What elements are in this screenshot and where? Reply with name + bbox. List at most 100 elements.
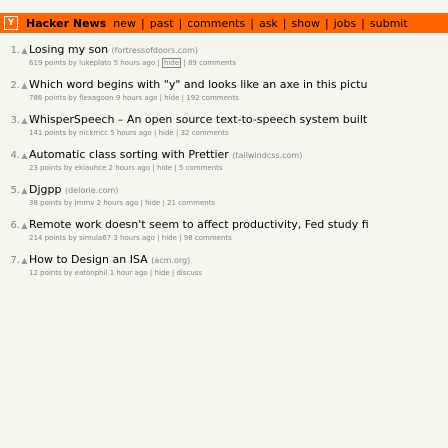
story-site-link[interactable]: (fortressofdoors.com)	[112, 46, 198, 55]
nav-jobs[interactable]: jobs	[334, 17, 357, 30]
story-title-line: Djgpp (delorie.com)	[29, 183, 448, 198]
story-age-link[interactable]: 9 hours ago	[116, 94, 158, 102]
story-title-line: WhisperSpeech – An open source text-to-s…	[29, 113, 448, 128]
comments-link[interactable]: 21 comments	[167, 199, 215, 207]
story-site-link[interactable]: (tailwindcss.com)	[232, 151, 302, 160]
hide-link[interactable]: hide	[159, 129, 174, 137]
story-age-link[interactable]: 2 hours ago	[97, 199, 139, 207]
upvote-arrow-icon[interactable]: ▲	[20, 113, 29, 148]
story-age-link[interactable]: 1 hour ago	[110, 269, 148, 277]
site-name-link[interactable]: Hacker News	[26, 17, 106, 30]
story-subtext: 141 points by nickmcc 5 hours ago | hide…	[29, 128, 448, 139]
story-points-user[interactable]: 214 points by simula67	[29, 234, 111, 242]
story-subtext: 214 points by simula67 3 hours ago | hid…	[29, 233, 448, 244]
upvote-arrow-icon[interactable]: ▲	[20, 183, 29, 218]
story-row: 5. ▲ Djgpp (delorie.com) 38 points by jm…	[0, 183, 448, 218]
y-logo-icon[interactable]: Y	[4, 16, 18, 30]
comments-link[interactable]: discuss	[176, 269, 202, 277]
hide-link[interactable]: hide	[162, 58, 182, 68]
meta-separator: |	[154, 129, 157, 137]
meta-separator: |	[140, 199, 143, 207]
upvote-arrow-icon[interactable]: ▲	[20, 148, 29, 183]
nav-separator: |	[324, 16, 329, 30]
story-title-link[interactable]: How to Design an ISA	[29, 253, 148, 266]
meta-separator: |	[174, 164, 177, 172]
story-rank: 3.	[10, 115, 20, 126]
meta-separator: |	[157, 59, 160, 67]
story-age-link[interactable]: 3 hours ago	[113, 234, 155, 242]
meta-separator: |	[179, 234, 182, 242]
story-rank: 1.	[10, 45, 20, 56]
story-age-link[interactable]: 5 hours ago	[110, 129, 152, 137]
story-site-link[interactable]: (delorie.com)	[65, 186, 118, 195]
story-title-link[interactable]: Which word begins with "y" and looks lik…	[29, 78, 367, 91]
nav-ask[interactable]: ask	[259, 17, 278, 30]
story-points-user[interactable]: 619 points by lukeplato	[29, 59, 111, 67]
story-title-line: How to Design an ISA (acm.org)	[29, 253, 448, 268]
meta-separator: |	[181, 94, 184, 102]
story-row: 4. ▲ Automatic class sorting with Pretti…	[0, 148, 448, 183]
hide-link[interactable]: hide	[157, 164, 172, 172]
story-points-user[interactable]: 38 points by jmmv	[29, 199, 94, 207]
comments-link[interactable]: 5 comments	[179, 164, 223, 172]
story-body: Losing my son (fortressofdoors.com) 619 …	[29, 43, 448, 78]
story-title-link[interactable]: Losing my son	[29, 43, 108, 56]
story-rank: 5.	[10, 185, 20, 196]
story-points-user[interactable]: 786 points by flexagoon	[29, 94, 114, 102]
meta-separator: |	[175, 129, 179, 137]
story-subtext: 12 points by eatonphil 1 hour ago | hide…	[29, 268, 448, 279]
story-list: 1. ▲ Losing my son (fortressofdoors.com)…	[0, 43, 448, 288]
story-title-link[interactable]: Remote work doesn't seem to affect produ…	[29, 218, 369, 231]
nav-separator: |	[141, 16, 145, 30]
comments-link[interactable]: 98 comments	[184, 234, 232, 242]
nav-comments[interactable]: comments	[187, 17, 245, 30]
nav-new[interactable]: new	[113, 17, 136, 30]
story-body: Remote work doesn't seem to affect produ…	[29, 218, 448, 253]
top-nav-bar: Y Hacker News new | past | comments | as…	[0, 13, 448, 33]
meta-separator: |	[183, 59, 186, 67]
story-body: Which word begins with "y" and looks lik…	[29, 78, 448, 113]
story-subtext: 619 points by lukeplato 5 hours ago | hi…	[29, 58, 448, 69]
story-title-link[interactable]: Djgpp	[29, 183, 61, 196]
hide-link[interactable]: hide	[162, 234, 177, 242]
nav-past[interactable]: past	[150, 17, 174, 30]
story-age-link[interactable]: 5 hours ago	[114, 59, 156, 67]
comments-link[interactable]: 192 comments	[186, 94, 239, 102]
story-body: Djgpp (delorie.com) 38 points by jmmv 2 …	[29, 183, 448, 218]
hide-link[interactable]: hide	[164, 94, 179, 102]
nav-separator: |	[282, 16, 287, 30]
story-points-user[interactable]: 141 points by nickmcc	[29, 129, 108, 137]
story-row: 2. ▲ Which word begins with "y" and look…	[0, 78, 448, 113]
meta-separator: |	[171, 269, 175, 277]
story-site-link[interactable]: (acm.org)	[151, 256, 190, 265]
story-points-user[interactable]: 12 points by eatonphil	[29, 269, 108, 277]
story-age-link[interactable]: 2 hours ago	[109, 164, 151, 172]
meta-separator: |	[149, 269, 153, 277]
nav-separator: |	[361, 16, 365, 30]
story-title-link[interactable]: WhisperSpeech – An open source text-to-s…	[29, 113, 367, 126]
story-row: 6. ▲ Remote work doesn't seem to affect …	[0, 218, 448, 253]
story-subtext: 23 points by ekiauhce 2 hours ago | hide…	[29, 163, 448, 174]
nav-submit[interactable]: submit	[370, 17, 408, 30]
nav-show[interactable]: show	[292, 17, 320, 30]
story-body: WhisperSpeech – An open source text-to-s…	[29, 113, 448, 148]
upvote-arrow-icon[interactable]: ▲	[20, 218, 29, 253]
story-rank: 7.	[10, 255, 20, 266]
story-title-line: Losing my son (fortressofdoors.com)	[29, 43, 448, 58]
nav-separator: |	[178, 16, 183, 30]
comments-link[interactable]: 32 comments	[181, 129, 229, 137]
meta-separator: |	[152, 164, 155, 172]
story-title-line: Automatic class sorting with Prettier (t…	[29, 148, 448, 163]
story-points-user[interactable]: 23 points by ekiauhce	[29, 164, 106, 172]
upvote-arrow-icon[interactable]: ▲	[20, 78, 29, 113]
meta-separator: |	[159, 94, 163, 102]
story-title-link[interactable]: Automatic class sorting with Prettier	[29, 148, 229, 161]
upvote-arrow-icon[interactable]: ▲	[20, 43, 29, 78]
comments-link[interactable]: 89 comments	[188, 59, 236, 67]
upvote-arrow-icon[interactable]: ▲	[20, 253, 29, 288]
nav-separator: |	[250, 16, 254, 30]
hide-link[interactable]: hide	[145, 199, 160, 207]
hide-link[interactable]: hide	[155, 269, 170, 277]
story-row: 7. ▲ How to Design an ISA (acm.org) 12 p…	[0, 253, 448, 288]
story-rank: 6.	[10, 220, 20, 231]
